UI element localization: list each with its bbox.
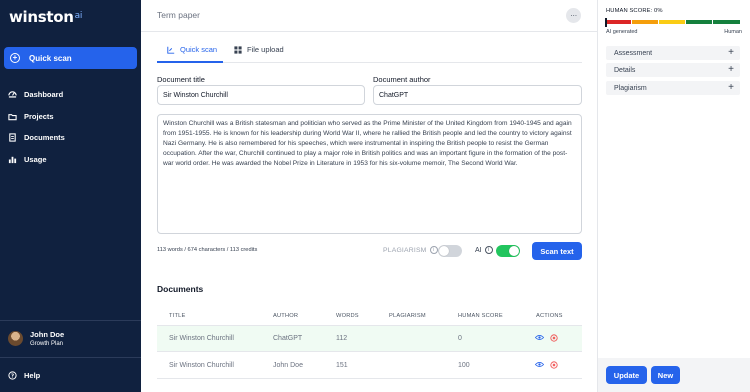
documents-icon: [8, 132, 17, 142]
plus-circle-icon: +: [10, 53, 20, 63]
text-input[interactable]: Winston Churchill was a British statesma…: [157, 114, 582, 234]
page-title: Term paper: [157, 10, 200, 20]
main-content: Term paper ··· Quick scan File upload Do…: [141, 0, 598, 392]
plus-icon: +: [728, 47, 734, 58]
view-icon[interactable]: [535, 333, 544, 342]
ai-toggle-label: AI i: [475, 246, 493, 254]
quick-scan-button[interactable]: + Quick scan: [4, 47, 137, 69]
delete-icon[interactable]: [549, 360, 558, 369]
column-header: AUTHOR: [273, 313, 299, 319]
info-icon[interactable]: i: [484, 246, 493, 254]
projects-icon: [8, 112, 17, 121]
active-tab-indicator: [157, 61, 223, 63]
quick-scan-label: Quick scan: [29, 53, 72, 63]
plus-icon: +: [728, 64, 734, 75]
sidebar-item-projects[interactable]: Projects: [8, 110, 54, 122]
author-input[interactable]: ChatGPT: [373, 85, 582, 105]
ai-toggle[interactable]: [496, 245, 520, 257]
dashboard-icon: [8, 90, 17, 99]
tab-quick-scan[interactable]: Quick scan: [167, 45, 217, 54]
avatar: [8, 331, 23, 346]
view-icon[interactable]: [535, 360, 544, 369]
tab-file-upload[interactable]: File upload: [234, 45, 284, 54]
details-section[interactable]: Details +: [606, 63, 740, 77]
score-scale-segment: [605, 20, 631, 24]
score-scale-segment: [686, 20, 712, 24]
table-row[interactable]: Sir Winston Churchill John Doe 151 100: [157, 353, 582, 379]
user-plan: Growth Plan: [30, 341, 64, 347]
score-scale-segment: [713, 20, 740, 24]
help-link[interactable]: ? Help: [8, 369, 40, 381]
top-bar: Term paper ···: [141, 0, 598, 32]
author-label: Document author: [373, 75, 431, 84]
column-header: PLAGIARISM: [389, 313, 426, 319]
column-header: WORDS: [336, 313, 359, 319]
update-button[interactable]: Update: [606, 366, 647, 384]
word-count: 113 words / 674 characters / 113 credits: [157, 247, 258, 253]
title-label: Document title: [157, 75, 205, 84]
help-icon: ?: [8, 370, 17, 380]
scale-left-label: AI generated: [606, 29, 638, 35]
delete-icon[interactable]: [549, 333, 558, 342]
sidebar-item-documents[interactable]: Documents: [8, 131, 65, 143]
usage-icon: [8, 155, 17, 164]
info-icon[interactable]: i: [429, 246, 438, 254]
results-panel: HUMAN SCORE: 0% AI generated Human Asses…: [598, 0, 750, 392]
file-upload-icon: [234, 45, 242, 54]
app-logo[interactable]: winstonai: [9, 8, 82, 26]
column-header: TITLE: [169, 313, 186, 319]
plagiarism-section[interactable]: Plagiarism +: [606, 81, 740, 95]
table-row[interactable]: Sir Winston Churchill ChatGPT 112 0: [157, 326, 582, 352]
plagiarism-toggle[interactable]: [438, 245, 462, 257]
assessment-section[interactable]: Assessment +: [606, 46, 740, 60]
sidebar-divider: [0, 320, 141, 321]
human-score-label: HUMAN SCORE: 0%: [606, 8, 663, 14]
column-header: ACTIONS: [536, 313, 563, 319]
more-options-button[interactable]: ···: [566, 8, 581, 23]
sidebar-divider: [0, 357, 141, 358]
title-input[interactable]: Sir Winston Churchill: [157, 85, 365, 105]
sidebar: winstonai + Quick scan Dashboard Project…: [0, 0, 141, 392]
column-header: HUMAN SCORE: [458, 313, 503, 319]
plagiarism-toggle-label: PLAGIARISM i: [383, 246, 438, 254]
user-profile[interactable]: John Doe Growth Plan: [8, 330, 64, 347]
score-scale-segment: [632, 20, 658, 24]
scan-text-button[interactable]: Scan text: [532, 242, 582, 260]
scale-right-label: Human: [724, 29, 742, 35]
new-button[interactable]: New: [651, 366, 680, 384]
quick-scan-icon: [167, 46, 175, 54]
documents-heading: Documents: [157, 284, 204, 294]
plus-icon: +: [728, 82, 734, 93]
sidebar-item-usage[interactable]: Usage: [8, 153, 47, 165]
sidebar-item-dashboard[interactable]: Dashboard: [8, 88, 63, 100]
score-scale-segment: [659, 20, 685, 24]
user-name: John Doe: [30, 330, 65, 339]
score-marker: [605, 18, 607, 27]
svg-text:?: ?: [11, 373, 14, 379]
